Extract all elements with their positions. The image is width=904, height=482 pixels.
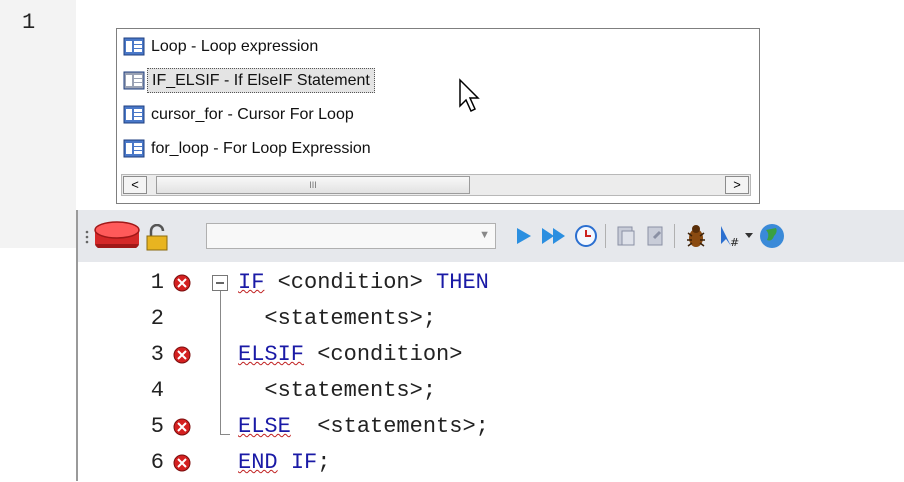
code-token: <statements>;: [238, 306, 437, 331]
completion-item[interactable]: for_loop - For Loop Expression: [123, 136, 375, 161]
completion-item-label: IF_ELSIF - If ElseIF Statement: [147, 68, 375, 93]
breakpoint-icon[interactable]: [173, 274, 191, 292]
line-number: 5: [150, 414, 164, 439]
connection-combo[interactable]: ▼: [206, 223, 496, 249]
breakpoint-icon[interactable]: [173, 346, 191, 364]
rollback-icon[interactable]: [644, 224, 668, 254]
history-icon[interactable]: [574, 224, 598, 254]
debug-bug-icon[interactable]: [684, 223, 708, 253]
snippet-icon: [123, 105, 145, 123]
commit-icon[interactable]: [614, 224, 638, 254]
mouse-pointer-icon: [459, 78, 480, 113]
completion-item[interactable]: IF_ELSIF - If ElseIF Statement: [123, 68, 375, 93]
code-token: ;: [317, 450, 331, 475]
scroll-left-button[interactable]: <: [123, 176, 147, 194]
code-token: <condition>: [304, 342, 463, 367]
line-number: 2: [150, 306, 164, 331]
code-line[interactable]: 3 ELSIF <condition>: [78, 336, 904, 374]
code-text: IF <condition> THEN: [238, 264, 489, 302]
svg-text:#: #: [730, 236, 739, 249]
editor-toolbar: ▼ #: [78, 210, 904, 263]
scroll-right-arrow-icon: >: [733, 177, 741, 192]
keyword-token: THEN: [436, 270, 489, 295]
run-all-icon[interactable]: [540, 226, 570, 256]
keyword-token: ELSIF: [238, 342, 305, 367]
lock-icon[interactable]: [144, 224, 170, 254]
keyword-token: ELSE: [238, 414, 291, 439]
sql-editor-panel: ▼ # 1 IF <condition> THEN 2 <statements>…: [76, 210, 904, 481]
keyword-token: END: [238, 450, 278, 475]
code-text: <statements>;: [238, 300, 436, 338]
code-text: END IF;: [238, 444, 330, 482]
code-text: ELSIF <condition>: [238, 336, 462, 374]
explain-plan-icon[interactable]: #: [718, 224, 742, 254]
code-line[interactable]: 6 END IF;: [78, 444, 904, 482]
completion-item-label: cursor_for - Cursor For Loop: [151, 106, 354, 123]
line-number: 4: [150, 378, 164, 403]
code-line[interactable]: 1 IF <condition> THEN: [78, 264, 904, 302]
snippet-icon: [123, 71, 145, 89]
code-token: <statements>;: [238, 378, 437, 403]
scroll-right-button[interactable]: >: [725, 176, 749, 194]
code-editor[interactable]: 1 IF <condition> THEN 2 <statements>; 3 ELSI…: [78, 262, 904, 481]
keyword-token: IF: [238, 270, 265, 295]
completion-item-label: Loop - Loop expression: [151, 38, 319, 55]
horizontal-scrollbar[interactable]: < III >: [121, 174, 751, 196]
run-icon[interactable]: [514, 226, 534, 256]
toolbar-separator: [674, 224, 675, 248]
breakpoint-icon[interactable]: [173, 418, 191, 436]
database-icon[interactable]: [92, 218, 144, 248]
line-number: 1: [150, 270, 164, 295]
line-number: 3: [150, 342, 164, 367]
chevron-down-icon[interactable]: [744, 232, 754, 262]
code-text: ELSE <statements>;: [238, 408, 489, 446]
line-number: 1: [22, 10, 36, 35]
scroll-thumb-grip-icon: III: [309, 180, 317, 190]
globe-icon[interactable]: [758, 222, 786, 252]
scroll-left-arrow-icon: <: [131, 177, 139, 192]
completion-item[interactable]: cursor_for - Cursor For Loop: [123, 102, 358, 127]
scroll-thumb[interactable]: III: [156, 176, 470, 194]
snippet-icon: [123, 37, 145, 55]
toolbar-separator: [605, 224, 606, 248]
code-token: <statements>;: [290, 414, 489, 439]
breakpoint-icon[interactable]: [173, 454, 191, 472]
code-completion-popup[interactable]: Loop - Loop expression IF_ELSIF - If Else…: [116, 28, 760, 204]
code-token: <condition>: [264, 270, 437, 295]
toolbar-grip-icon: [85, 230, 89, 244]
code-line[interactable]: 4 <statements>;: [78, 372, 904, 410]
snippet-icon: [123, 139, 145, 157]
line-number: 6: [150, 450, 164, 475]
completion-item[interactable]: Loop - Loop expression: [123, 34, 322, 59]
code-line[interactable]: 5 ELSE <statements>;: [78, 408, 904, 446]
code-line[interactable]: 2 <statements>;: [78, 300, 904, 338]
top-editor-gutter: 1: [0, 0, 76, 248]
keyword-token: IF: [290, 450, 318, 475]
code-text: <statements>;: [238, 372, 436, 410]
completion-item-label: for_loop - For Loop Expression: [151, 140, 371, 157]
chevron-down-icon: ▼: [479, 229, 490, 241]
